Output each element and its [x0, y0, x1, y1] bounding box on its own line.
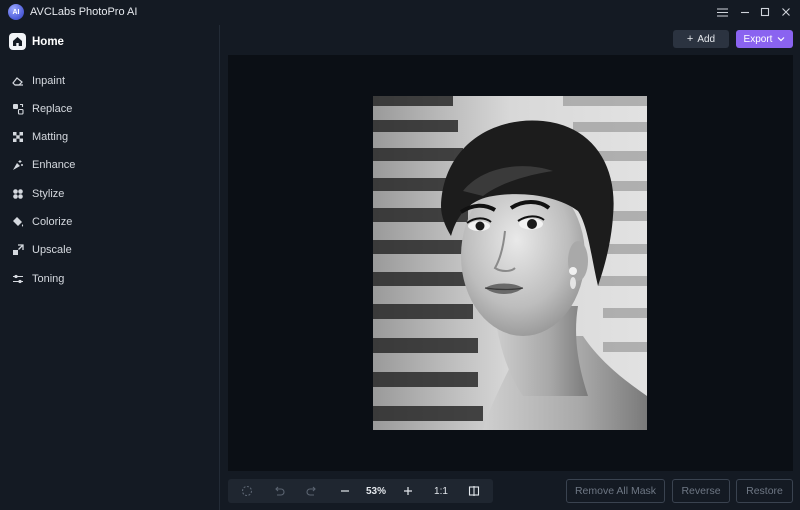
- matting-icon: [12, 131, 24, 143]
- stylize-icon: [12, 188, 24, 200]
- zoom-toolbar: 53% 1:1: [228, 479, 493, 503]
- sidebar-item-matting[interactable]: Matting: [12, 129, 68, 145]
- sidebar-item-inpaint[interactable]: Inpaint: [12, 73, 65, 89]
- redo-icon[interactable]: [301, 479, 323, 503]
- sidebar-item-colorize[interactable]: Colorize: [12, 214, 72, 230]
- sidebar-item-stylize[interactable]: Stylize: [12, 186, 64, 202]
- sidebar-item-label: Upscale: [32, 244, 72, 256]
- app-title: AVCLabs PhotoPro AI: [30, 6, 138, 18]
- lasso-icon[interactable]: [236, 479, 258, 503]
- remove-all-mask-button[interactable]: Remove All Mask: [566, 479, 665, 503]
- sidebar-item-label: Enhance: [32, 159, 76, 171]
- sidebar-item-replace[interactable]: Replace: [12, 101, 72, 117]
- chevron-down-icon: [777, 34, 785, 45]
- zoom-in-icon[interactable]: [397, 479, 419, 503]
- sidebar-item-enhance[interactable]: Enhance: [12, 157, 75, 173]
- maximize-icon[interactable]: [755, 3, 775, 21]
- image-canvas[interactable]: [228, 55, 793, 471]
- export-button[interactable]: Export: [736, 30, 793, 48]
- enhance-icon: [12, 159, 24, 171]
- home-icon: [9, 33, 26, 50]
- compare-icon[interactable]: [463, 479, 485, 503]
- sidebar-item-label: Toning: [32, 273, 65, 285]
- sidebar-item-label: Replace: [32, 103, 73, 115]
- minimize-icon[interactable]: [735, 3, 755, 21]
- add-button[interactable]: + Add: [673, 30, 729, 48]
- sidebar-item-label: Inpaint: [32, 75, 66, 87]
- app-logo-text: AI: [12, 8, 20, 16]
- add-button-label: Add: [697, 33, 716, 45]
- upscale-icon: [12, 244, 24, 256]
- actual-size-button[interactable]: 1:1: [428, 479, 454, 503]
- eraser-icon: [12, 75, 24, 87]
- top-toolbar: + Add Export: [221, 25, 800, 55]
- zoom-out-icon[interactable]: [334, 479, 356, 503]
- sidebar-item-label: Stylize: [32, 188, 65, 200]
- sidebar-item-home[interactable]: Home: [9, 33, 64, 50]
- sidebar-item-label: Colorize: [32, 216, 73, 228]
- sidebar-item-label: Matting: [32, 131, 69, 143]
- restore-button[interactable]: Restore: [736, 479, 793, 503]
- replace-icon: [12, 103, 24, 115]
- sidebar-item-upscale[interactable]: Upscale: [12, 242, 72, 258]
- zoom-level: 53%: [365, 485, 386, 497]
- title-bar: AI AVCLabs PhotoPro AI: [0, 0, 800, 25]
- plus-icon: +: [686, 33, 694, 45]
- app-logo: AI: [8, 4, 24, 20]
- sidebar-item-toning[interactable]: Toning: [12, 271, 64, 287]
- portrait-photo: [373, 96, 647, 430]
- close-icon[interactable]: [776, 3, 796, 21]
- reverse-button[interactable]: Reverse: [672, 479, 730, 503]
- sidebar: Home Inpaint Replace Matting Enhance Sty…: [0, 25, 220, 510]
- paint-bucket-icon: [12, 216, 24, 228]
- menu-icon[interactable]: [712, 3, 732, 21]
- sliders-icon: [12, 273, 24, 285]
- sidebar-home-label: Home: [32, 35, 64, 48]
- export-button-label: Export: [743, 33, 773, 45]
- undo-icon[interactable]: [268, 479, 290, 503]
